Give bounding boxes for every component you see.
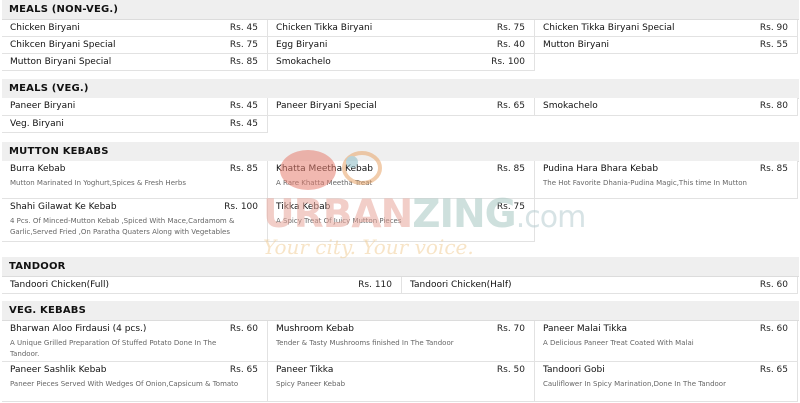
item-price: Rs. 60 xyxy=(229,324,258,334)
menu-item: Tandoori Gobi Rs. 65 Cauliflower In Spicy … xyxy=(535,362,798,402)
menu-item: Tikka Kebab Rs. 75 A Spicy Treat Of Juicy … xyxy=(268,199,535,242)
item-name: Tandoori Gobi xyxy=(543,365,605,375)
item-price: Rs. 55 xyxy=(759,40,788,50)
item-price: Rs. 75 xyxy=(496,23,525,33)
menu-item: Chicken Tikka Biryani Rs. 75 xyxy=(268,20,535,37)
menu-item: Smokachelo Rs. 100 xyxy=(268,54,535,71)
section-heading: MEALS (NON-VEG.) xyxy=(2,0,799,20)
menu-section: MEALS (NON-VEG.) Chicken Biryani Rs. 45 Chi… xyxy=(2,0,799,71)
item-name: Paneer Sashlik Kebab xyxy=(10,365,107,375)
item-price: Rs. 65 xyxy=(759,365,788,375)
menu-item: Paneer Tikka Rs. 50 Spicy Paneer Kebab xyxy=(268,362,535,402)
menu-item: Khatta Meetha Kebab Rs. 85 A Rare Khatta M… xyxy=(268,161,535,199)
menu-item: Paneer Malai Tikka Rs. 60 A Delicious Pane… xyxy=(535,321,798,362)
item-name: Pudina Hara Bhara Kebab xyxy=(543,164,659,174)
item-price: Rs. 45 xyxy=(229,101,258,111)
item-price: Rs. 85 xyxy=(496,164,525,174)
menu-item: Shahi Gilawat Ke Kebab Rs. 100 4 Pcs. Of M… xyxy=(2,199,268,242)
menu-item: Burra Kebab Rs. 85 Mutton Marinated In Yog… xyxy=(2,161,268,199)
item-name: Chicken Tikka Biryani Special xyxy=(543,23,675,33)
section-heading: VEG. KEBABS xyxy=(2,301,799,321)
section-heading: MUTTON KEBABS xyxy=(2,142,799,162)
item-name: Smokachelo xyxy=(543,101,598,111)
item-description: 4 Pcs. Of Minced-Mutton Kebab ,Spiced Wi… xyxy=(10,217,235,236)
item-price: Rs. 85 xyxy=(229,57,258,67)
item-name: Khatta Meetha Kebab xyxy=(276,164,373,174)
item-name: Burra Kebab xyxy=(10,164,66,174)
item-price: Rs. 40 xyxy=(496,40,525,50)
item-price: Rs. 65 xyxy=(229,365,258,375)
item-name: Veg. Biryani xyxy=(10,119,64,129)
section-heading: MEALS (VEG.) xyxy=(2,79,799,99)
menu-item: Veg. Biryani Rs. 45 xyxy=(2,116,268,133)
item-name: Paneer Biryani xyxy=(10,101,76,111)
menu-item: Mushroom Kebab Rs. 70 Tender & Tasty Mushr… xyxy=(268,321,535,362)
menu-section: TANDOOR Tandoori Chicken(Full) Rs. 110 Tand… xyxy=(2,257,799,294)
menu-item: Mutton Biryani Special Rs. 85 xyxy=(2,54,268,71)
item-price: Rs. 45 xyxy=(229,119,258,129)
item-price: Rs. 75 xyxy=(496,202,525,212)
item-price: Rs. 65 xyxy=(496,101,525,111)
menu-item: Bharwan Aloo Firdausi (4 pcs.) Rs. 60 A Un… xyxy=(2,321,268,362)
item-price: Rs. 75 xyxy=(229,40,258,50)
item-name: Shahi Gilawat Ke Kebab xyxy=(10,202,117,212)
item-name: Paneer Tikka xyxy=(276,365,334,375)
item-description: A Unique Grilled Preparation Of Stuffed … xyxy=(10,339,217,358)
item-name: Mutton Biryani Special xyxy=(10,57,112,67)
menu-item: Tandoori Chicken(Half) Rs. 60 xyxy=(402,277,798,294)
menu-item: Tandoori Chicken(Full) Rs. 110 xyxy=(2,277,402,294)
item-description: A Spicy Treat Of Juicy Mutton Pieces xyxy=(276,217,402,225)
item-name: Tandoori Chicken(Half) xyxy=(410,280,512,290)
menu-item: Mutton Biryani Rs. 55 xyxy=(535,37,798,54)
item-description: Paneer Pieces Served With Wedges Of Onio… xyxy=(10,380,239,388)
item-description: Spicy Paneer Kebab xyxy=(276,380,346,388)
item-price: Rs. 100 xyxy=(491,57,525,67)
item-description: A Delicious Paneer Treat Coated With Mal… xyxy=(543,339,694,347)
menu-section: MEALS (VEG.) Paneer Biryani Rs. 45 Paneer B… xyxy=(2,79,799,133)
item-price: Rs. 85 xyxy=(229,164,258,174)
menu-item: Chicken Tikka Biryani Special Rs. 90 xyxy=(535,20,798,37)
menu-item: Paneer Sashlik Kebab Rs. 65 Paneer Pieces … xyxy=(2,362,268,402)
menu-item: Pudina Hara Bhara Kebab Rs. 85 The Hot Fav… xyxy=(535,161,798,199)
item-description: Cauliflower In Spicy Marination,Done In … xyxy=(543,380,726,388)
menu-section: VEG. KEBABS Bharwan Aloo Firdausi (4 pcs.… xyxy=(2,301,799,402)
section-heading: TANDOOR xyxy=(2,257,799,277)
item-description: Mutton Marinated In Yoghurt,Spices & Fre… xyxy=(10,179,186,187)
item-name: Chicken Tikka Biryani xyxy=(276,23,373,33)
item-price: Rs. 110 xyxy=(358,280,392,290)
item-name: Bharwan Aloo Firdausi (4 pcs.) xyxy=(10,324,147,334)
item-name: Paneer Malai Tikka xyxy=(543,324,628,334)
item-price: Rs. 60 xyxy=(759,324,788,334)
item-price: Rs. 85 xyxy=(759,164,788,174)
item-name: Tikka Kebab xyxy=(276,202,331,212)
item-price: Rs. 100 xyxy=(224,202,258,212)
item-description: A Rare Khatta Meetha Treat xyxy=(276,179,373,187)
menu-item: Paneer Biryani Rs. 45 xyxy=(2,98,268,116)
menu-item: Paneer Biryani Special Rs. 65 xyxy=(268,98,535,116)
menu-item: Egg Biryani Rs. 40 xyxy=(268,37,535,54)
item-price: Rs. 70 xyxy=(496,324,525,334)
item-price: Rs. 45 xyxy=(229,23,258,33)
item-description: The Hot Favorite Dhania-Pudina Magic,Thi… xyxy=(543,179,747,187)
item-name: Paneer Biryani Special xyxy=(276,101,377,111)
item-name: Tandoori Chicken(Full) xyxy=(10,280,109,290)
item-price: Rs. 60 xyxy=(759,280,788,290)
item-name: Chicken Biryani xyxy=(10,23,80,33)
item-price: Rs. 90 xyxy=(759,23,788,33)
item-name: Egg Biryani xyxy=(276,40,328,50)
item-name: Mushroom Kebab xyxy=(276,324,354,334)
menu-item: Smokachelo Rs. 80 xyxy=(535,98,798,116)
item-price: Rs. 50 xyxy=(496,365,525,375)
menu-item: Chikcen Biryani Special Rs. 75 xyxy=(2,37,268,54)
item-description: Tender & Tasty Mushrooms finished In The… xyxy=(276,339,454,347)
item-name: Chikcen Biryani Special xyxy=(10,40,116,50)
item-name: Mutton Biryani xyxy=(543,40,610,50)
menu-section: MUTTON KEBABS Burra Kebab Rs. 85 Mutton Mar… xyxy=(2,142,799,242)
item-name: Smokachelo xyxy=(276,57,331,67)
item-price: Rs. 80 xyxy=(759,101,788,111)
menu-item: Chicken Biryani Rs. 45 xyxy=(2,20,268,37)
